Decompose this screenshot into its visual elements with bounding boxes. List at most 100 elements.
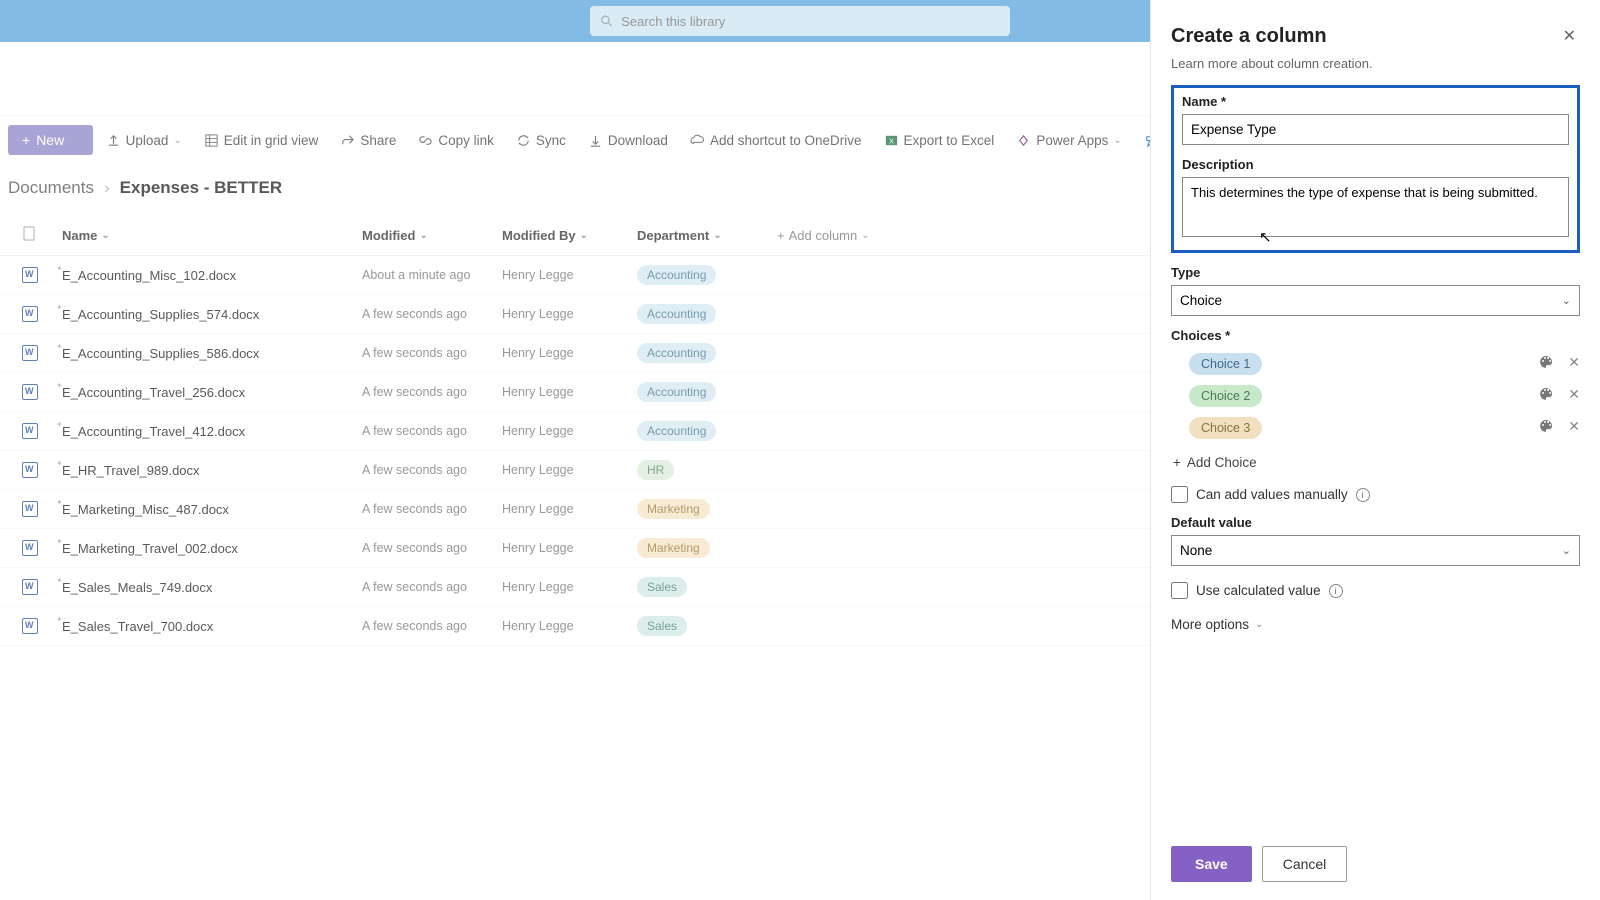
modifiedby-value[interactable]: Henry Legge <box>502 502 637 516</box>
type-select[interactable]: Choice ⌄ <box>1171 285 1580 316</box>
upload-button[interactable]: Upload ⌄ <box>97 127 191 154</box>
modifiedby-value[interactable]: Henry Legge <box>502 463 637 477</box>
remove-choice-icon[interactable]: ✕ <box>1568 386 1580 407</box>
file-name[interactable]: E_Accounting_Supplies_574.docx <box>62 307 259 322</box>
choice-pill[interactable]: Choice 2 <box>1189 385 1262 407</box>
choice-pill[interactable]: Choice 1 <box>1189 353 1262 375</box>
department-value: Sales <box>637 577 777 597</box>
modified-value: A few seconds ago <box>362 502 502 516</box>
upload-icon <box>106 133 121 148</box>
shortcut-label: Add shortcut to OneDrive <box>710 133 862 148</box>
department-value: Accounting <box>637 304 777 324</box>
col-header-modified[interactable]: Modified⌄ <box>362 228 502 243</box>
modifiedby-value[interactable]: Henry Legge <box>502 385 637 399</box>
modified-value: A few seconds ago <box>362 385 502 399</box>
file-icon <box>22 226 36 242</box>
export-excel-button[interactable]: X Export to Excel <box>875 127 1004 154</box>
svg-text:X: X <box>889 136 894 145</box>
more-options-label: More options <box>1171 617 1249 632</box>
remove-choice-icon[interactable]: ✕ <box>1568 354 1580 375</box>
modified-value: A few seconds ago <box>362 463 502 477</box>
palette-icon[interactable] <box>1538 354 1554 375</box>
chevron-down-icon: ⌄ <box>861 230 869 241</box>
sync-label: Sync <box>536 133 566 148</box>
remove-choice-icon[interactable]: ✕ <box>1568 418 1580 439</box>
chevron-down-icon: ⌄ <box>419 230 427 241</box>
plus-icon: + <box>777 228 785 243</box>
info-icon[interactable]: i <box>1356 488 1370 502</box>
name-input[interactable] <box>1182 114 1569 145</box>
save-button[interactable]: Save <box>1171 846 1252 882</box>
breadcrumb-current: Expenses - BETTER <box>120 178 283 198</box>
new-button[interactable]: + New ⌄ <box>8 125 93 155</box>
file-name[interactable]: E_Accounting_Supplies_586.docx <box>62 346 259 361</box>
can-add-manually-checkbox[interactable] <box>1171 486 1188 503</box>
department-value: HR <box>637 460 777 480</box>
download-icon <box>588 133 603 148</box>
col-header-department[interactable]: Department⌄ <box>637 228 777 243</box>
modified-value: A few seconds ago <box>362 541 502 555</box>
can-add-manually-label: Can add values manually <box>1196 487 1348 502</box>
default-value: None <box>1180 543 1212 558</box>
info-icon[interactable]: i <box>1329 584 1343 598</box>
add-column-button[interactable]: +Add column⌄ <box>777 228 917 243</box>
modifiedby-value[interactable]: Henry Legge <box>502 619 637 633</box>
modifiedby-value[interactable]: Henry Legge <box>502 268 637 282</box>
department-value: Accounting <box>637 265 777 285</box>
modifiedby-value[interactable]: Henry Legge <box>502 424 637 438</box>
file-name[interactable]: E_HR_Travel_989.docx <box>62 463 200 478</box>
modifiedby-value[interactable]: Henry Legge <box>502 307 637 321</box>
col-header-name[interactable]: Name⌄ <box>62 228 362 243</box>
default-value-label: Default value <box>1171 515 1580 530</box>
choice-row: Choice 3 ✕ <box>1171 417 1580 439</box>
file-name[interactable]: E_Sales_Travel_700.docx <box>62 619 213 634</box>
link-icon <box>418 133 433 148</box>
edit-grid-label: Edit in grid view <box>224 133 319 148</box>
file-name[interactable]: E_Accounting_Misc_102.docx <box>62 268 236 283</box>
close-button[interactable]: ✕ <box>1559 22 1580 50</box>
type-value: Choice <box>1180 293 1222 308</box>
copy-link-button[interactable]: Copy link <box>409 127 503 154</box>
panel-title: Create a column <box>1171 25 1327 48</box>
file-name[interactable]: E_Accounting_Travel_412.docx <box>62 424 245 439</box>
file-name[interactable]: E_Accounting_Travel_256.docx <box>62 385 245 400</box>
file-name[interactable]: E_Sales_Meals_749.docx <box>62 580 212 595</box>
palette-icon[interactable] <box>1538 418 1554 439</box>
can-add-manually-row: Can add values manually i <box>1171 486 1580 503</box>
choice-row: Choice 1 ✕ <box>1171 353 1580 375</box>
default-value-select[interactable]: None ⌄ <box>1171 535 1580 566</box>
add-choice-label: Add Choice <box>1187 455 1257 470</box>
search-box[interactable] <box>590 6 1010 36</box>
cancel-button[interactable]: Cancel <box>1262 846 1348 882</box>
modifiedby-value[interactable]: Henry Legge <box>502 580 637 594</box>
share-button[interactable]: Share <box>331 127 405 154</box>
panel-subtitle[interactable]: Learn more about column creation. <box>1171 56 1580 71</box>
power-apps-button[interactable]: Power Apps ⌄ <box>1007 127 1130 154</box>
choices-label: Choices * <box>1171 328 1580 343</box>
use-calculated-checkbox[interactable] <box>1171 582 1188 599</box>
edit-grid-button[interactable]: Edit in grid view <box>195 127 328 154</box>
more-options-button[interactable]: More options ⌄ <box>1171 617 1580 632</box>
breadcrumb-root[interactable]: Documents <box>8 178 94 198</box>
sync-button[interactable]: Sync <box>507 127 575 154</box>
description-input[interactable] <box>1182 177 1569 237</box>
modifiedby-value[interactable]: Henry Legge <box>502 346 637 360</box>
department-value: Accounting <box>637 343 777 363</box>
file-name[interactable]: E_Marketing_Misc_487.docx <box>62 502 229 517</box>
chevron-down-icon: ⌄ <box>713 230 721 241</box>
modifiedby-value[interactable]: Henry Legge <box>502 541 637 555</box>
col-header-modifiedby[interactable]: Modified By⌄ <box>502 228 637 243</box>
add-shortcut-button[interactable]: Add shortcut to OneDrive <box>681 127 871 154</box>
onedrive-icon <box>690 133 705 148</box>
palette-icon[interactable] <box>1538 386 1554 407</box>
excel-icon: X <box>884 133 899 148</box>
file-name[interactable]: E_Marketing_Travel_002.docx <box>62 541 238 556</box>
copy-link-label: Copy link <box>438 133 494 148</box>
department-value: Marketing <box>637 538 777 558</box>
choice-pill[interactable]: Choice 3 <box>1189 417 1262 439</box>
add-choice-button[interactable]: + Add Choice <box>1171 455 1580 470</box>
search-input[interactable] <box>621 14 1000 29</box>
download-button[interactable]: Download <box>579 127 677 154</box>
powerapps-icon <box>1016 133 1031 148</box>
department-value: Marketing <box>637 499 777 519</box>
